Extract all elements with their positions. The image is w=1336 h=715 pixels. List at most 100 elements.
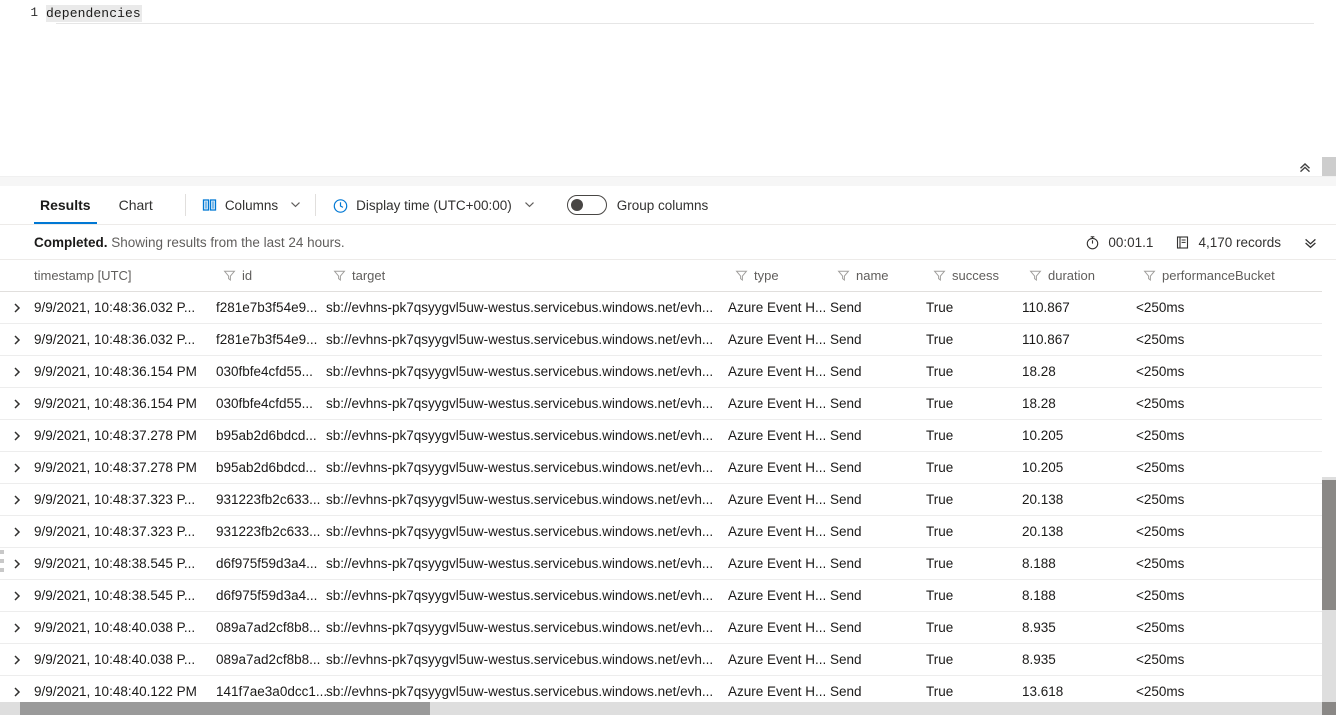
chevron-right-icon[interactable] [0,356,34,387]
collapse-editor-button[interactable] [1294,158,1316,178]
tab-chart[interactable]: Chart [113,186,159,224]
query-duration: 00:01.1 [1085,235,1153,250]
row-expander-cell[interactable] [0,323,34,356]
cell-timestamp: 9/9/2021, 10:48:40.038 P... [34,643,216,676]
chevron-right-icon[interactable] [0,420,34,451]
cell-performanceBucket-value: <250ms [1136,396,1185,411]
chevron-down-icon [290,198,301,213]
cell-name: Send [830,547,926,580]
column-header-duration-label: duration [1048,268,1095,283]
row-expander-cell[interactable] [0,419,34,452]
row-expander-cell[interactable] [0,451,34,484]
pane-splitter[interactable] [0,176,1336,358]
chevron-right-icon[interactable] [0,324,34,355]
column-header-timestamp[interactable]: timestamp [UTC] [34,260,216,292]
vertical-scrollbar-thumb[interactable] [1322,480,1336,610]
results-toolbar: Results Chart Columns Display time (UTC+… [0,186,1336,225]
table-row[interactable]: 9/9/2021, 10:48:36.154 PM 030fbfe4cfd55..… [0,387,1322,420]
filter-icon[interactable] [1136,269,1162,282]
query-editor-pane[interactable]: 1 dependencies [0,0,1336,178]
cell-type: Azure Event H... [728,643,830,676]
expand-results-button[interactable] [1303,235,1318,250]
chevron-right-icon[interactable] [0,388,34,419]
record-count-value: 4,170 records [1198,234,1281,250]
cell-type-value: Azure Event H... [728,332,827,347]
chevron-right-icon[interactable] [0,676,34,700]
chevron-right-icon[interactable] [0,580,34,611]
filter-icon[interactable] [326,269,352,282]
column-header-performancebucket[interactable]: performanceBucket [1136,260,1322,292]
toggle-switch[interactable] [566,195,607,215]
column-header-duration[interactable]: duration [1022,260,1136,292]
query-text[interactable]: dependencies [46,4,142,22]
table-row[interactable]: 9/9/2021, 10:48:37.323 P... 931223fb2c633… [0,483,1322,516]
table-row[interactable]: 9/9/2021, 10:48:40.122 PM 141f7ae3a0dcc1.… [0,675,1322,700]
row-expander-cell[interactable] [0,643,34,676]
chevron-right-icon[interactable] [0,484,34,515]
table-row[interactable]: 9/9/2021, 10:48:37.278 PM b95ab2d6bdcd...… [0,451,1322,484]
chevron-right-icon[interactable] [0,644,34,675]
chevron-right-icon[interactable] [0,548,34,579]
filter-icon[interactable] [216,269,242,282]
chevron-right-icon[interactable] [0,292,34,323]
column-header-id-label: id [242,268,253,283]
table-row[interactable]: 9/9/2021, 10:48:36.154 PM 030fbfe4cfd55..… [0,355,1322,388]
column-header-target[interactable]: target [326,260,728,292]
cell-id: d6f975f59d3a4... [216,547,326,580]
row-expander-cell[interactable] [0,291,34,324]
column-header-type[interactable]: type [728,260,830,292]
row-expander-cell[interactable] [0,675,34,700]
cell-target: sb://evhns-pk7qsyygvl5uw-westus.serviceb… [326,579,728,612]
editor-vertical-scrollbar[interactable] [1322,0,1336,178]
cell-performanceBucket: <250ms [1136,611,1322,644]
table-row[interactable]: 9/9/2021, 10:48:37.323 P... 931223fb2c633… [0,515,1322,548]
cell-duration: 10.205 [1022,419,1136,452]
editor-scrollbar-thumb[interactable] [1322,157,1336,178]
cell-duration-value: 10.205 [1022,428,1064,443]
chevron-right-icon[interactable] [0,452,34,483]
columns-button[interactable]: Columns [198,191,305,219]
cell-timestamp: 9/9/2021, 10:48:36.154 PM [34,387,216,420]
table-row[interactable]: 9/9/2021, 10:48:40.038 P... 089a7ad2cf8b8… [0,643,1322,676]
cell-performanceBucket: <250ms [1136,355,1322,388]
table-row[interactable]: 9/9/2021, 10:48:36.032 P... f281e7b3f54e9… [0,291,1322,324]
row-expander-cell[interactable] [0,547,34,580]
cell-success: True [926,579,1022,612]
row-expander-cell[interactable] [0,611,34,644]
query-editor-line[interactable]: 1 dependencies [0,2,1320,24]
table-row[interactable]: 9/9/2021, 10:48:38.545 P... d6f975f59d3a4… [0,547,1322,580]
column-header-id[interactable]: id [216,260,326,292]
cell-type-value: Azure Event H... [728,684,827,699]
results-grid[interactable]: timestamp [UTC] id target type name succ… [0,260,1336,700]
horizontal-scrollbar[interactable] [0,702,1336,715]
row-expander-cell[interactable] [0,579,34,612]
table-row[interactable]: 9/9/2021, 10:48:38.545 P... d6f975f59d3a4… [0,579,1322,612]
group-columns-toggle[interactable]: Group columns [566,195,708,215]
column-header-name[interactable]: name [830,260,926,292]
row-expander-cell[interactable] [0,387,34,420]
display-time-button[interactable]: Display time (UTC+00:00) [328,191,539,219]
tab-results[interactable]: Results [34,186,97,224]
cell-success: True [926,611,1022,644]
cell-timestamp-value: 9/9/2021, 10:48:37.323 P... [34,524,196,539]
cell-name-value: Send [830,556,862,571]
cell-id: 030fbfe4cfd55... [216,355,326,388]
chevron-right-icon[interactable] [0,612,34,643]
filter-icon[interactable] [728,269,754,282]
table-row[interactable]: 9/9/2021, 10:48:37.278 PM b95ab2d6bdcd...… [0,419,1322,452]
row-expander-cell[interactable] [0,483,34,516]
column-header-success[interactable]: success [926,260,1022,292]
row-expander-cell[interactable] [0,355,34,388]
row-expander-cell[interactable] [0,515,34,548]
vertical-scrollbar[interactable] [1322,477,1336,715]
filter-icon[interactable] [830,269,856,282]
horizontal-scrollbar-thumb[interactable] [20,702,430,715]
results-table: timestamp [UTC] id target type name succ… [0,260,1322,700]
table-row[interactable]: 9/9/2021, 10:48:36.032 P... f281e7b3f54e9… [0,323,1322,356]
filter-icon[interactable] [1022,269,1048,282]
cell-name-value: Send [830,492,862,507]
table-row[interactable]: 9/9/2021, 10:48:40.038 P... 089a7ad2cf8b8… [0,611,1322,644]
chevron-right-icon[interactable] [0,516,34,547]
left-pane-grip[interactable] [0,550,4,572]
filter-icon[interactable] [926,269,952,282]
